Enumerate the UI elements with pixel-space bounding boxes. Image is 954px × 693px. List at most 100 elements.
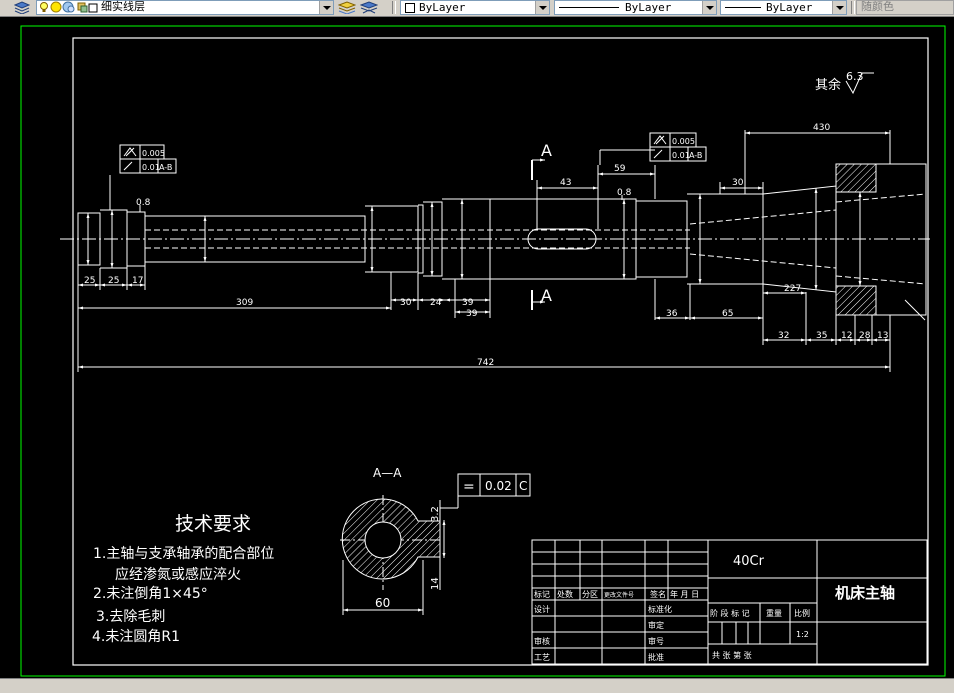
toolbar-separator bbox=[851, 1, 855, 14]
layer-manager-icon[interactable] bbox=[14, 1, 30, 14]
dim-text: 13 bbox=[877, 331, 888, 341]
dim-text: 28 bbox=[859, 331, 871, 341]
tb-header: 处数 bbox=[557, 589, 573, 599]
tb-part-name: 机床主轴 bbox=[835, 584, 895, 602]
color-value: ByLayer bbox=[419, 1, 466, 14]
color-combo[interactable]: ByLayer bbox=[400, 0, 550, 15]
tb-sheet-label: 共 张 第 张 bbox=[712, 650, 752, 660]
shaft-main-view bbox=[60, 130, 930, 372]
tb-stage-label: 阶 段 标 记 bbox=[710, 608, 750, 618]
tb-header: 更改文件号 bbox=[604, 591, 634, 599]
gtol-left-value-1: 0.005 bbox=[142, 149, 165, 158]
tb-row-label: 审核 bbox=[534, 636, 550, 646]
dim-text: 43 bbox=[560, 178, 571, 188]
gtol-left-value-2: 0.01 bbox=[142, 163, 160, 172]
tb-header: 标记 bbox=[534, 589, 550, 599]
dim-text: 30 bbox=[400, 298, 412, 308]
bore-hidden-line bbox=[835, 275, 927, 285]
lineweight-value: ByLayer bbox=[766, 1, 813, 14]
note-item: 1.主轴与支承轴承的配合部位 bbox=[93, 546, 274, 562]
tb-mid-label: 批准 bbox=[648, 652, 664, 662]
dim-text: 59 bbox=[614, 164, 626, 174]
dim-text: 12 bbox=[841, 331, 852, 341]
drawing-canvas[interactable]: 其余 6.3 A A 0.005 0.01 A-B 0.005 0.01 A-B… bbox=[0, 17, 954, 678]
tb-material: 40Cr bbox=[733, 554, 765, 569]
dim-text: 0.8 bbox=[617, 188, 632, 198]
dim-text: 30 bbox=[732, 178, 744, 188]
technical-requirements: 技术要求 1.主轴与支承轴承的配合部位 应经渗氮或感应淬火 2.未注倒角1×45… bbox=[92, 513, 274, 645]
dim-text: 25 bbox=[108, 276, 119, 286]
layer-previous-icon[interactable] bbox=[360, 1, 378, 14]
gtol-left-ref: A-B bbox=[159, 163, 172, 172]
bore-hidden-line bbox=[835, 193, 927, 203]
status-strip bbox=[0, 678, 954, 693]
linetype-combo[interactable]: ByLayer bbox=[554, 0, 717, 15]
dim-text: 309 bbox=[236, 298, 253, 308]
note-item: 3.去除毛刺 bbox=[96, 609, 165, 625]
layer-name: 细实线层 bbox=[101, 1, 145, 13]
flange-section-hatch bbox=[835, 163, 877, 193]
color-dropdown-arrow[interactable] bbox=[535, 1, 549, 14]
dim-text: 32 bbox=[778, 331, 789, 341]
dim-text: 36 bbox=[666, 309, 678, 319]
tb-mid-label: 审定 bbox=[648, 620, 664, 630]
note-item: 4.未注圆角R1 bbox=[92, 629, 180, 645]
dim-text: 0.8 bbox=[136, 198, 151, 208]
roughness-value: 6.3 bbox=[846, 70, 864, 83]
tb-header: 年 月 日 bbox=[670, 589, 699, 599]
note-item: 2.未注倒角1×45° bbox=[93, 586, 208, 602]
dim-text: 24 bbox=[430, 298, 442, 308]
tb-mid-label: 审号 bbox=[648, 636, 664, 646]
dim-text: 17 bbox=[132, 276, 143, 286]
tb-row-label: 工艺 bbox=[534, 653, 550, 662]
note-item: 应经渗氮或感应淬火 bbox=[115, 566, 241, 583]
dim-text: 742 bbox=[477, 358, 494, 368]
section-view-aa: A—A = 0.02 C 60 14 3.2 bbox=[340, 466, 531, 615]
gtol-middle-value-2: 0.01 bbox=[672, 151, 690, 160]
tb-weight-label: 重量 bbox=[766, 608, 782, 618]
layer-dropdown-arrow[interactable] bbox=[319, 1, 333, 14]
linetype-dropdown-arrow[interactable] bbox=[702, 1, 716, 14]
toolbar-separator bbox=[392, 1, 396, 14]
section-gtol-value: 0.02 bbox=[485, 479, 512, 493]
tb-header: 分区 bbox=[582, 590, 598, 599]
tb-row-label: 设计 bbox=[534, 604, 550, 614]
notes-title: 技术要求 bbox=[175, 513, 251, 535]
tb-ratio-label: 比例 bbox=[794, 608, 810, 618]
section-gtol-symbol: = bbox=[463, 479, 475, 495]
section-mark-bottom: A bbox=[541, 286, 552, 305]
dim-text: 227 bbox=[784, 284, 801, 294]
section-mark-top: A bbox=[541, 141, 552, 160]
title-block bbox=[531, 539, 928, 665]
flange-section-hatch bbox=[835, 285, 877, 316]
roughness-label: 其余 bbox=[815, 77, 841, 93]
section-gtol-ref: C bbox=[519, 479, 527, 493]
section-view-title: A—A bbox=[373, 466, 402, 480]
plotstyle-value: 随颜色 bbox=[861, 1, 894, 13]
dim-text: 65 bbox=[722, 309, 733, 319]
dim-text: 25 bbox=[84, 276, 95, 286]
gtol-middle-ref: A-B bbox=[689, 151, 702, 160]
linetype-preview bbox=[559, 7, 619, 8]
properties-toolbar: 细实线层 ByLayer ByLayer ByLayer 随颜色 bbox=[0, 0, 954, 17]
section-key-width: 14 bbox=[430, 577, 441, 590]
section-shaft-dia: 60 bbox=[375, 596, 390, 610]
lineweight-dropdown-arrow[interactable] bbox=[832, 1, 846, 14]
roughness-symbol: 其余 6.3 bbox=[815, 70, 874, 95]
plotstyle-combo[interactable]: 随颜色 bbox=[856, 0, 954, 15]
make-object-layer-current-icon[interactable] bbox=[338, 1, 356, 14]
dim-text: 35 bbox=[816, 331, 827, 341]
color-swatch bbox=[405, 3, 415, 13]
tb-header: 签名 bbox=[650, 589, 666, 599]
linetype-value: ByLayer bbox=[625, 1, 672, 14]
dim-text: 39 bbox=[462, 298, 474, 308]
tb-mid-label: 标准化 bbox=[648, 604, 672, 614]
tb-scale: 1:2 bbox=[796, 630, 809, 639]
gtol-middle-value-1: 0.005 bbox=[672, 137, 695, 146]
lineweight-combo[interactable]: ByLayer bbox=[720, 0, 847, 15]
dim-text: 430 bbox=[813, 123, 830, 133]
layer-combo[interactable]: 细实线层 bbox=[36, 0, 334, 15]
lineweight-preview bbox=[725, 7, 761, 8]
section-key-depth: 3.2 bbox=[430, 506, 441, 522]
dim-text: 39 bbox=[466, 309, 478, 319]
